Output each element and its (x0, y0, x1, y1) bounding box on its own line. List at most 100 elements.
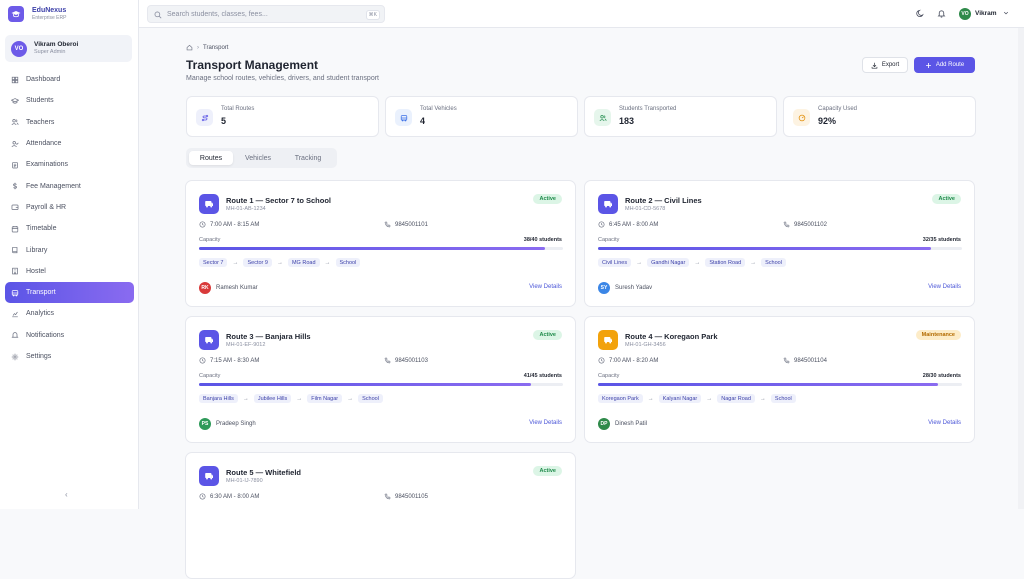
sidebar-item-timetable[interactable]: Timetable (5, 218, 134, 239)
route-card[interactable]: Route 3 — Banjara Hills MH-01-EF-9012 Acti… (185, 316, 576, 443)
home-icon[interactable] (186, 44, 193, 51)
arrow-right-icon: → (759, 395, 766, 402)
avatar[interactable]: VO (959, 8, 971, 20)
driver-name: Pradeep Singh (216, 421, 256, 427)
sidebar-item-label: Fee Management (26, 182, 81, 190)
stat-value: 4 (420, 116, 426, 126)
add-route-button[interactable]: Add Route (914, 57, 975, 73)
route-stops: Banjara Hills → Jubilee Hills → Film Nagar → S… (199, 394, 383, 403)
sidebar-item-hostel[interactable]: Hostel (5, 261, 134, 282)
sidebar-item-label: Settings (26, 353, 52, 360)
search-input[interactable]: Search students, classes, fees... ⌘K (147, 5, 385, 23)
chevron-right-icon: › (197, 44, 199, 51)
topbar-user-name[interactable]: Vikram (975, 10, 997, 17)
route-card[interactable]: Route 5 — Whitefield MH-01-IJ-7890 Active 6… (185, 452, 576, 579)
scrollbar[interactable] (1018, 28, 1024, 509)
route-time-text: 7:00 AM - 8:20 AM (609, 357, 659, 364)
tab-vehicles[interactable]: Vehicles (236, 151, 280, 165)
capacity-label: Capacity (598, 237, 620, 243)
user-role: Super Admin (34, 49, 66, 55)
user-check-icon (11, 140, 19, 147)
export-label: Export (881, 62, 900, 68)
brand[interactable]: EduNexus Enterprise ERP (8, 6, 66, 22)
sidebar-item-students[interactable]: Students (5, 90, 134, 111)
breadcrumb: › Transport (186, 44, 228, 51)
bus-icon (199, 466, 219, 486)
graduation-cap-icon (11, 98, 19, 104)
route-card[interactable]: Route 2 — Civil Lines MH-01-CD-5678 Active… (584, 180, 975, 307)
route-time-text: 7:00 AM - 8:15 AM (210, 221, 260, 228)
arrow-right-icon: → (347, 395, 354, 402)
sidebar-item-transport[interactable]: Transport (5, 281, 134, 304)
sidebar-item-notifications[interactable]: Notifications (5, 325, 134, 346)
vehicle-registration: MH-01-GH-3456 (625, 342, 666, 348)
phone-icon (783, 221, 790, 228)
stop-chip: Koregaon Park (598, 394, 643, 403)
tab-tracking[interactable]: Tracking (284, 151, 332, 165)
driver-info: DP Dinesh Patil (598, 418, 647, 430)
tab-routes[interactable]: Routes (189, 151, 233, 165)
status-badge: Active (533, 194, 562, 204)
collapse-sidebar-icon[interactable]: ‹ (65, 490, 68, 499)
moon-icon[interactable] (916, 9, 925, 18)
clock-icon (199, 357, 206, 364)
sidebar-item-settings[interactable]: Settings (5, 346, 134, 367)
driver-phone-text: 9845001104 (794, 357, 827, 364)
stop-chip: Kalyani Nagar (658, 394, 702, 403)
stop-chip: School (335, 258, 361, 267)
route-card[interactable]: Route 1 — Sector 7 to School MH-01-AB-123… (185, 180, 576, 307)
sidebar-item-analytics[interactable]: Analytics (5, 303, 134, 324)
driver-phone-text: 9845001102 (794, 221, 827, 228)
stop-chip: Jubilee Hills (253, 394, 292, 403)
stat-card: Total Routes 5 (186, 96, 379, 137)
driver-phone: 9845001104 (783, 357, 827, 364)
chevron-down-icon[interactable] (1003, 10, 1009, 16)
grid-icon (11, 76, 19, 83)
route-title: Route 5 — Whitefield (226, 468, 301, 477)
stop-chip: School (761, 258, 786, 267)
stop-chip: Gandhi Nagar (647, 258, 690, 267)
view-details-link[interactable]: View Details (529, 420, 562, 426)
sidebar-item-examinations[interactable]: Examinations (5, 154, 134, 175)
gauge-icon (793, 109, 810, 126)
export-button[interactable]: Export (862, 57, 908, 73)
driver-phone: 9845001105 (384, 493, 428, 500)
view-details-link[interactable]: View Details (529, 284, 562, 290)
route-stops: Koregaon Park → Kalyani Nagar → Nagar Road → S… (598, 394, 796, 403)
sidebar-item-library[interactable]: Library (5, 239, 134, 260)
view-details-link[interactable]: View Details (928, 420, 961, 426)
sidebar-item-fee-management[interactable]: Fee Management (5, 175, 134, 196)
sidebar-item-label: Notifications (26, 331, 65, 339)
sidebar-item-label: Timetable (26, 225, 57, 233)
sidebar-item-label: Payroll & HR (26, 203, 67, 211)
arrow-right-icon: → (296, 395, 303, 402)
bus-icon (199, 194, 219, 214)
vehicle-registration: MH-01-AB-1234 (226, 206, 266, 212)
view-details-link[interactable]: View Details (928, 284, 961, 290)
users-icon (11, 119, 19, 126)
clock-icon (598, 357, 605, 364)
avatar: DP (598, 418, 610, 430)
sidebar-item-teachers[interactable]: Teachers (5, 112, 134, 133)
arrow-right-icon: → (647, 395, 654, 402)
sidebar-item-attendance[interactable]: Attendance (5, 133, 134, 154)
wallet-icon (11, 205, 19, 211)
vehicle-registration: MH-01-IJ-7890 (226, 478, 263, 484)
driver-phone: 9845001102 (783, 221, 827, 228)
arrow-right-icon: → (636, 259, 643, 266)
route-title: Route 1 — Sector 7 to School (226, 196, 332, 205)
sidebar-item-label: Teachers (26, 118, 55, 126)
stat-card: Students Transported 183 (584, 96, 777, 137)
route-card[interactable]: Route 4 — Koregaon Park MH-01-GH-3456 Main… (584, 316, 975, 443)
driver-name: Ramesh Kumar (216, 285, 258, 291)
driver-info: PS Pradeep Singh (199, 418, 256, 430)
avatar: SY (598, 282, 610, 294)
sidebar-item-dashboard[interactable]: Dashboard (5, 69, 134, 90)
status-badge: Maintenance (915, 330, 961, 340)
stat-label: Total Routes (221, 106, 255, 112)
bell-icon[interactable] (937, 9, 946, 18)
sidebar-item-payroll-hr[interactable]: Payroll & HR (5, 197, 134, 218)
search-placeholder: Search students, classes, fees... (167, 10, 268, 18)
clock-icon (199, 221, 206, 228)
user-card[interactable]: VO Vikram Oberoi Super Admin (5, 35, 132, 62)
